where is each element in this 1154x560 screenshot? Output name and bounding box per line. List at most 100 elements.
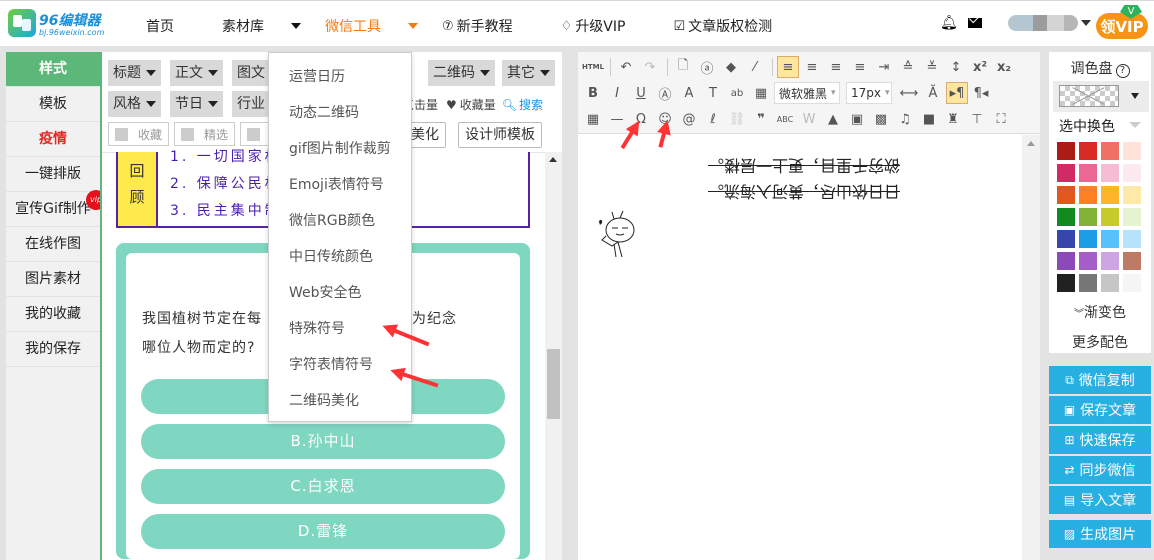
color-swatch[interactable] [1079, 252, 1097, 270]
color-swatch[interactable] [1101, 274, 1119, 292]
color-swatch[interactable] [1079, 142, 1097, 160]
color-swatch[interactable] [1101, 142, 1119, 160]
color-swatch[interactable] [1101, 186, 1119, 204]
multi-image-icon[interactable]: ▣ [846, 108, 868, 130]
ltr-direction-icon[interactable]: ▸¶ [946, 82, 968, 104]
paragraph-spacing-top-icon[interactable]: ≙ [897, 56, 919, 78]
text-spacing-icon[interactable]: Ă [922, 82, 944, 104]
nav-copyright-check[interactable]: ☑ 文章版权检测 [673, 16, 796, 36]
color-swatch[interactable] [1123, 274, 1141, 292]
quiz-option-b[interactable]: B.孙中山 [141, 424, 505, 459]
rtl-direction-icon[interactable]: ¶◂ [970, 82, 992, 104]
color-swatch[interactable] [1079, 230, 1097, 248]
caret-down-icon[interactable] [1131, 93, 1139, 99]
menu-item-gif-crop[interactable]: gif图片制作裁剪 [269, 131, 411, 167]
style-panel-scrollbar[interactable] [545, 152, 562, 560]
link-icon[interactable]: ℓ [702, 108, 724, 130]
user-avatar[interactable] [1008, 15, 1078, 31]
font-size-select[interactable]: 17px ▾ [846, 82, 892, 104]
format-brush-icon[interactable]: ♜ [942, 108, 964, 130]
horizontal-rule-icon[interactable]: — [606, 108, 628, 130]
generate-image-button[interactable]: ▨ 生成图片 [1049, 520, 1151, 550]
quick-save-button[interactable]: ⊞ 快速保存 [1049, 426, 1151, 456]
sidebar-item-my-saved[interactable]: 我的保存 [6, 332, 100, 367]
editor-scrollbar[interactable] [1022, 135, 1040, 560]
image-icon[interactable]: ▲ [822, 108, 844, 130]
color-swatch[interactable] [1101, 230, 1119, 248]
underline-icon[interactable]: U [630, 82, 652, 104]
gradient-toggle[interactable]: ︾渐变色 [1049, 302, 1151, 322]
category-body-dropdown[interactable]: 正文 [170, 60, 223, 86]
current-color-picker[interactable] [1053, 81, 1149, 112]
color-swatch[interactable] [1057, 164, 1075, 182]
color-swatch[interactable] [1057, 208, 1075, 226]
category-qrcode-dropdown[interactable]: 二维码 [428, 60, 495, 86]
color-swatch[interactable] [1123, 186, 1141, 204]
save-article-button[interactable]: ▣ 保存文章 [1049, 396, 1151, 426]
italic-icon[interactable]: I [606, 82, 628, 104]
table-icon[interactable]: ▦ [582, 108, 604, 130]
align-center-icon[interactable]: ≡ [801, 56, 823, 78]
sort-by-favorites[interactable]: 收藏量 [460, 96, 496, 113]
color-swatch[interactable] [1057, 186, 1075, 204]
sidebar-item-styles[interactable]: 样式 [6, 52, 100, 87]
menu-item-web-safe-colors[interactable]: Web安全色 [269, 275, 411, 311]
letter-spacing-icon[interactable]: ⟷ [898, 82, 920, 104]
bell-icon[interactable]: 🔔︎ [940, 15, 958, 31]
color-swatch[interactable] [1079, 274, 1097, 292]
color-swatch[interactable] [1101, 252, 1119, 270]
sidebar-item-online-design[interactable]: 在线作图 [6, 227, 100, 262]
color-swatch[interactable] [1123, 230, 1141, 248]
nav-tutorial[interactable]: ⑦ 新手教程 [442, 16, 537, 36]
menu-item-traditional-colors[interactable]: 中日传统颜色 [269, 239, 411, 275]
indent-icon[interactable]: ⇥ [873, 56, 895, 78]
blockquote-icon[interactable]: ❞ [750, 108, 772, 130]
wechat-copy-button[interactable]: ⧉ 微信复制 [1049, 366, 1151, 396]
sidebar-item-my-favorites[interactable]: 我的收藏 [6, 297, 100, 332]
align-right-icon[interactable]: ≡ [825, 56, 847, 78]
new-document-icon[interactable]: 🗋 [672, 56, 694, 78]
magic-wand-icon[interactable]: ⁄ [744, 56, 766, 78]
align-justify-icon[interactable]: ≡ [849, 56, 871, 78]
color-swatch[interactable] [1123, 142, 1141, 160]
sidebar-item-templates[interactable]: 模板 [6, 87, 100, 122]
color-swatch[interactable] [1079, 164, 1097, 182]
html-source-button[interactable]: HTML [582, 56, 604, 78]
text-border-icon[interactable]: Ⓐ [654, 82, 676, 104]
scroll-up-icon[interactable] [1027, 141, 1035, 146]
select-recolor-label[interactable]: 选中换色 [1059, 116, 1115, 136]
word-import-icon[interactable]: W [798, 108, 820, 130]
color-swatch[interactable] [1079, 208, 1097, 226]
subscript-icon[interactable]: x₂ [993, 56, 1015, 78]
background-image-icon[interactable]: ▦ [750, 82, 772, 104]
video-icon[interactable]: ■ [918, 108, 940, 130]
bold-icon[interactable]: B [582, 82, 604, 104]
sidebar-item-gif-maker[interactable]: 宣传Gif制作 vip [6, 190, 106, 227]
color-swatch[interactable] [1101, 208, 1119, 226]
get-vip-button[interactable]: 领VIP [1096, 13, 1148, 39]
nav-wechat-tools[interactable]: 微信工具 [325, 16, 418, 36]
scroll-up-icon[interactable] [549, 157, 557, 162]
line-height-icon[interactable]: ↕ [945, 56, 967, 78]
unlink-icon[interactable]: ⛓ [726, 108, 748, 130]
fullscreen-icon[interactable]: ⛶ [990, 108, 1012, 130]
menu-item-emoji[interactable]: Emoji表情符号 [269, 167, 411, 203]
font-family-select[interactable]: 微软雅黑 ▾ [774, 82, 840, 104]
sync-wechat-button[interactable]: ⇄ 同步微信 [1049, 456, 1151, 486]
filter-favorites-checkbox[interactable]: 收藏 [108, 122, 170, 146]
caret-down-icon[interactable] [1129, 122, 1141, 128]
highlight-icon[interactable]: ab [726, 82, 748, 104]
align-left-icon[interactable]: ≡ [777, 56, 799, 78]
sidebar-item-image-materials[interactable]: 图片素材 [6, 262, 100, 297]
color-swatch[interactable] [1057, 142, 1075, 160]
select-all-icon[interactable]: ⓐ [696, 56, 718, 78]
color-swatch[interactable] [1057, 252, 1075, 270]
nav-home[interactable]: 首页 [146, 16, 198, 36]
nav-materials[interactable]: 素材库 [222, 16, 301, 36]
superscript-icon[interactable]: x² [969, 56, 991, 78]
editor-content[interactable]: 日日依山尽，黄河入海流。 欲穷千里目，更上一层楼。 [708, 152, 900, 204]
template-icon[interactable]: ⊤ [966, 108, 988, 130]
caret-down-icon[interactable] [1081, 20, 1091, 26]
color-swatch[interactable] [1123, 252, 1141, 270]
color-swatch[interactable] [1123, 164, 1141, 182]
